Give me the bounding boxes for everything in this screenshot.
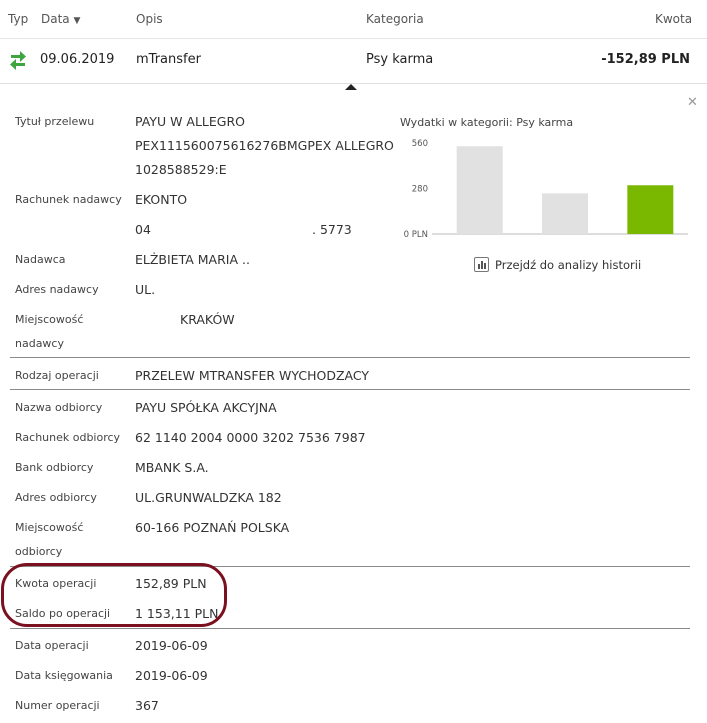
op-number-value: 367 [135,698,159,713]
header-category: Kategoria [366,12,424,26]
transaction-row[interactable]: 09.06.2019 mTransfer Psy karma -152,89 P… [0,39,707,84]
op-type-label: Rodzaj operacji [15,369,99,382]
divider [10,566,690,567]
header-amount: Kwota [655,12,693,26]
divider [10,357,690,358]
transfer-arrows-icon [10,51,26,70]
recipient-city-label-2: odbiorcy [15,545,63,558]
category-spending-chart: 560 280 0 PLN [404,139,688,240]
sender-value: ELŻBIETA MARIA .. [135,252,250,267]
recipient-account-value: 62 1140 2004 0000 3202 7536 7987 [135,430,366,445]
y-tick-label: 560 [412,139,428,149]
sender-address-value: UL. [135,282,156,297]
transaction-date: 09.06.2019 [40,52,115,67]
title-line-1: PAYU W ALLEGRO [135,114,245,129]
sender-account-line-2: 04 [135,222,151,237]
transaction-category: Psy karma [366,52,434,67]
sender-address-label: Adres nadawcy [15,283,99,296]
op-amount-label: Kwota operacji [15,577,97,590]
history-analysis-link[interactable]: Przejdź do analizy historii [474,257,641,272]
close-icon[interactable]: ✕ [687,95,698,110]
sort-down-icon: ▼ [73,16,81,26]
title-line-2: PEX111560075616276BMGPEX ALLEGRO [135,138,394,153]
sender-city-label-2: nadawcy [15,337,64,350]
recipient-bank-value: MBANK S.A. [135,460,209,475]
op-amount-value: 152,89 PLN [135,576,207,591]
bar-chart-icon [474,257,489,272]
sender-account-label: Rachunek nadawcy [15,193,122,206]
expand-caret-icon [345,84,357,90]
recipient-account-label: Rachunek odbiorcy [15,431,121,444]
recipient-name-value: PAYU SPÓŁKA AKCYJNA [135,400,277,415]
chart-bar[interactable] [456,146,503,234]
table-header: Typ Data ▼ Opis Kategoria Kwota [0,0,707,39]
recipient-address-value: UL.GRUNWALDZKA 182 [135,490,282,505]
header-type: Typ [8,12,29,26]
chart-bar[interactable] [627,185,674,234]
transaction-amount: -152,89 PLN [601,52,690,67]
op-date-value: 2019-06-09 [135,638,208,653]
recipient-address-label: Adres odbiorcy [15,491,97,504]
recipient-city-value: 60-166 POZNAŃ POLSKA [135,520,290,535]
recipient-city-label: Miejscowość [15,521,84,534]
chart-title: Wydatki w kategorii: Psy karma [400,116,574,129]
sender-account-line-1: EKONTO [135,192,188,207]
op-number-label: Numer operacji [15,699,100,712]
booking-date-value: 2019-06-09 [135,668,208,683]
booking-date-label: Data księgowania [15,669,113,682]
history-analysis-link-label: Przejdź do analizy historii [495,257,642,272]
sender-city-label: Miejscowość [15,313,84,326]
header-date-sort[interactable]: Data ▼ [41,12,80,26]
sender-account-line-3: . 5773 [312,222,352,237]
op-type-value: PRZELEW MTRANSFER WYCHODZACY [135,368,370,383]
recipient-name-label: Nazwa odbiorcy [15,401,103,414]
y-tick-label: 280 [412,185,428,195]
header-desc: Opis [136,12,163,26]
balance-label: Saldo po operacji [15,607,111,620]
sender-city-value: KRAKÓW [180,312,235,327]
sender-label: Nadawca [15,253,66,266]
op-date-label: Data operacji [15,639,89,652]
balance-value: 1 153,11 PLN [135,606,219,621]
divider [10,389,690,390]
transaction-desc: mTransfer [136,52,201,67]
y-tick-label: 0 PLN [404,230,428,240]
title-line-3: 1028588529:E [135,162,227,177]
divider [10,628,690,629]
title-label: Tytuł przelewu [15,115,95,128]
chart-bar[interactable] [542,193,588,234]
recipient-bank-label: Bank odbiorcy [15,461,94,474]
